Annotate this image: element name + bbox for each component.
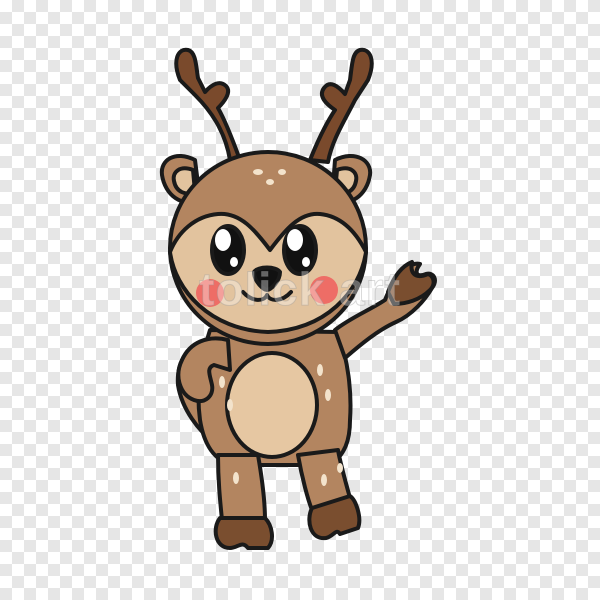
right-leg	[296, 448, 362, 541]
deer-character	[159, 47, 437, 550]
right-antler	[308, 47, 374, 164]
left-antler	[174, 47, 242, 162]
checkerboard-background: tolick art	[0, 0, 600, 600]
left-leg	[213, 453, 274, 550]
left-cheek	[196, 279, 224, 307]
left-eye	[210, 224, 246, 276]
right-cheek	[310, 276, 338, 304]
right-eye	[282, 224, 318, 276]
